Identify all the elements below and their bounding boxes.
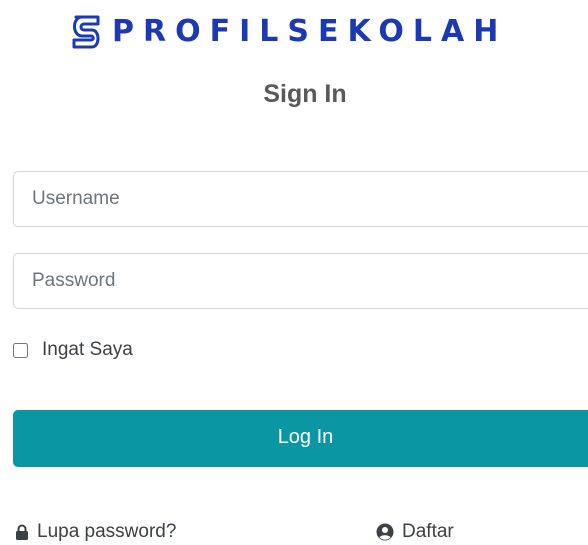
user-circle-icon [376, 523, 394, 541]
remember-me-checkbox[interactable] [13, 342, 28, 358]
login-button[interactable]: Log In [13, 410, 588, 467]
login-page: PROFILSEKOLAH Sign In Ingat Saya Log In … [0, 0, 588, 545]
remember-me[interactable]: Ingat Saya [13, 337, 133, 363]
register-label: Daftar [402, 521, 454, 542]
forgot-password-link[interactable]: Lupa password? [15, 519, 176, 545]
lock-icon [16, 524, 28, 540]
remember-me-label: Ingat Saya [42, 339, 133, 360]
page-title: Sign In [263, 80, 347, 108]
register-link[interactable]: Daftar [376, 519, 454, 545]
forgot-password-label: Lupa password? [37, 521, 177, 542]
brand-name: PROFILSEKOLAH [112, 14, 508, 49]
brand-logo-icon [72, 15, 100, 49]
login-button-label: Log In [277, 426, 334, 448]
brand: PROFILSEKOLAH [70, 12, 507, 52]
password-input[interactable] [13, 253, 588, 309]
username-input[interactable] [13, 171, 588, 227]
